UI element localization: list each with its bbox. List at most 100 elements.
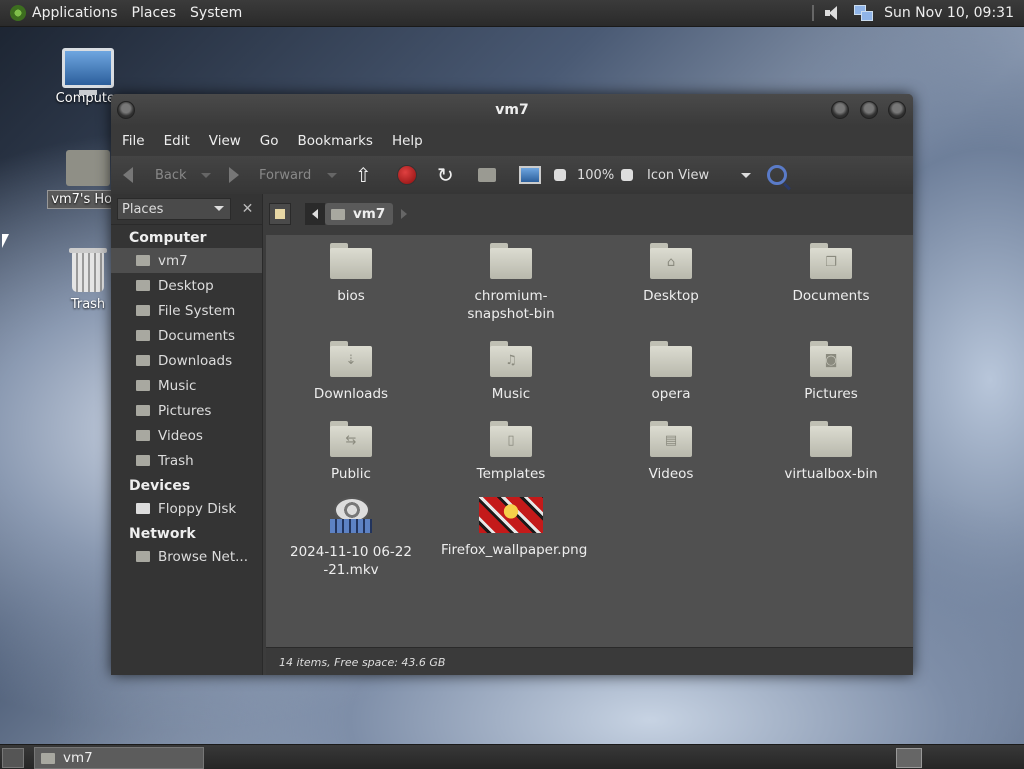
file-item[interactable]: chromium-snapshot-bin [441,243,581,323]
sidebar-item-trash[interactable]: Trash [111,448,262,473]
minimize-button[interactable] [831,101,849,119]
sidebar-item-label: Music [158,377,197,394]
forward-arrow-icon [229,167,239,183]
file-item[interactable]: bios [281,243,421,305]
forward-history-dropdown-icon[interactable] [327,172,338,178]
video-file-icon [330,497,372,537]
network-icon[interactable] [852,4,874,22]
menu-view[interactable]: View [209,133,241,149]
stop-button[interactable] [397,156,417,194]
sidebar-item-label: Pictures [158,402,212,419]
chevron-left-icon [312,209,318,219]
breadcrumb-vm7[interactable]: vm7 [325,203,394,225]
taskbar-button-vm7[interactable]: vm7 [34,747,204,769]
sidebar-item-vm7[interactable]: vm7 [111,248,262,273]
folder-icon: ❐ [810,243,852,279]
menu-system[interactable]: System [190,5,242,21]
folder-emblem-icon: ⇣ [345,353,357,368]
sidebar-item-documents[interactable]: Documents [111,323,262,348]
search-button[interactable] [767,156,787,194]
sidebar-item-floppy-disk[interactable]: Floppy Disk [111,496,262,521]
menu-applications[interactable]: Applications [32,5,118,21]
maximize-button[interactable] [860,101,878,119]
network-icon [136,551,150,562]
menu-bookmarks[interactable]: Bookmarks [298,133,373,149]
back-history-dropdown-icon[interactable] [200,172,211,178]
speaker-icon[interactable] [824,5,842,21]
show-desktop-button[interactable] [2,748,24,768]
file-item[interactable]: ♫ Music [441,341,581,403]
sidebar-item-videos[interactable]: Videos [111,423,262,448]
trash-icon [136,455,150,466]
downloads-folder-icon [136,355,150,366]
floppy-icon [136,503,150,514]
sidebar: Places ✕ Computer vm7 Desktop File Syste… [111,194,263,675]
home-button[interactable] [478,156,496,194]
sidebar-section-computer: Computer [129,230,207,246]
file-item[interactable]: 2024-11-10 06-22-21.mkv [281,497,421,579]
location-edit-button[interactable] [269,203,291,225]
zoom-out-button[interactable] [554,156,566,194]
file-item[interactable]: ⇆ Public [281,421,421,483]
zoom-out-icon [554,169,566,181]
folder-emblem-icon: ⌂ [666,255,676,270]
mouse-cursor-icon [2,234,9,248]
sidebar-section-network: Network [129,526,196,542]
menu-help[interactable]: Help [392,133,423,149]
view-mode-select[interactable]: Icon View [647,156,752,194]
path-scroll-left-button[interactable] [305,203,325,225]
menu-places[interactable]: Places [132,5,177,21]
file-item[interactable]: Firefox_wallpaper.png [441,497,587,559]
file-item[interactable]: opera [601,341,741,403]
reload-button[interactable]: ↻ [437,156,454,194]
menu-file[interactable]: File [122,133,145,149]
home-folder-icon [66,150,110,186]
up-button[interactable]: ⇧ [355,156,372,194]
pencil-icon [275,209,285,219]
trash-icon [69,248,107,292]
file-item[interactable]: ⌂ Desktop [601,243,741,305]
file-item[interactable]: ◙ Pictures [761,341,901,403]
sidebar-item-desktop[interactable]: Desktop [111,273,262,298]
file-item[interactable]: ▤ Videos [601,421,741,483]
folder-emblem-icon: ▤ [664,433,678,448]
path-scroll-right-button[interactable] [393,209,408,219]
menu-go[interactable]: Go [260,133,279,149]
workspace-switcher[interactable] [896,748,922,768]
chevron-right-icon [401,209,408,219]
title-bar[interactable]: vm7 [111,94,913,126]
sidebar-close-button[interactable]: ✕ [239,200,256,218]
sidebar-item-label: Documents [158,327,235,344]
folder-emblem-icon: ❐ [825,255,837,270]
file-item[interactable]: ❐ Documents [761,243,901,305]
reload-icon: ↻ [437,163,454,187]
file-icon-view[interactable]: bios chromium-snapshot-bin ⌂ Desktop ❐ Docume… [266,235,913,647]
computer-button[interactable] [519,156,541,194]
close-button[interactable] [888,101,906,119]
folder-icon: ⌂ [650,243,692,279]
sidebar-item-file-system[interactable]: File System [111,298,262,323]
distro-logo-icon[interactable] [10,5,26,21]
location-bar: vm7 [263,194,913,234]
folder-emblem-icon [503,256,519,270]
sidebar-item-label: Downloads [158,352,233,369]
zoom-in-button[interactable] [621,156,633,194]
menu-edit[interactable]: Edit [164,133,190,149]
music-folder-icon [136,380,150,391]
zoom-level[interactable]: 100% [577,156,614,194]
sidebar-item-music[interactable]: Music [111,373,262,398]
forward-button[interactable]: Forward [229,156,338,194]
sidebar-pane-selector[interactable]: Places [117,198,231,220]
sidebar-item-downloads[interactable]: Downloads [111,348,262,373]
toolbar: Back Forward ⇧ ↻ 100% Icon View [111,156,913,195]
sidebar-item-pictures[interactable]: Pictures [111,398,262,423]
file-item[interactable]: ▯ Templates [441,421,581,483]
image-thumbnail [479,497,543,533]
folder-emblem-icon: ♫ [505,353,517,368]
back-button[interactable]: Back [123,156,211,194]
clock[interactable]: Sun Nov 10, 09:31 [884,5,1014,21]
file-item[interactable]: ⇣ Downloads [281,341,421,403]
desktop-icon-label: Trash [70,297,106,312]
sidebar-item-browse-network[interactable]: Browse Net... [111,544,262,569]
file-item[interactable]: virtualbox-bin [761,421,901,483]
